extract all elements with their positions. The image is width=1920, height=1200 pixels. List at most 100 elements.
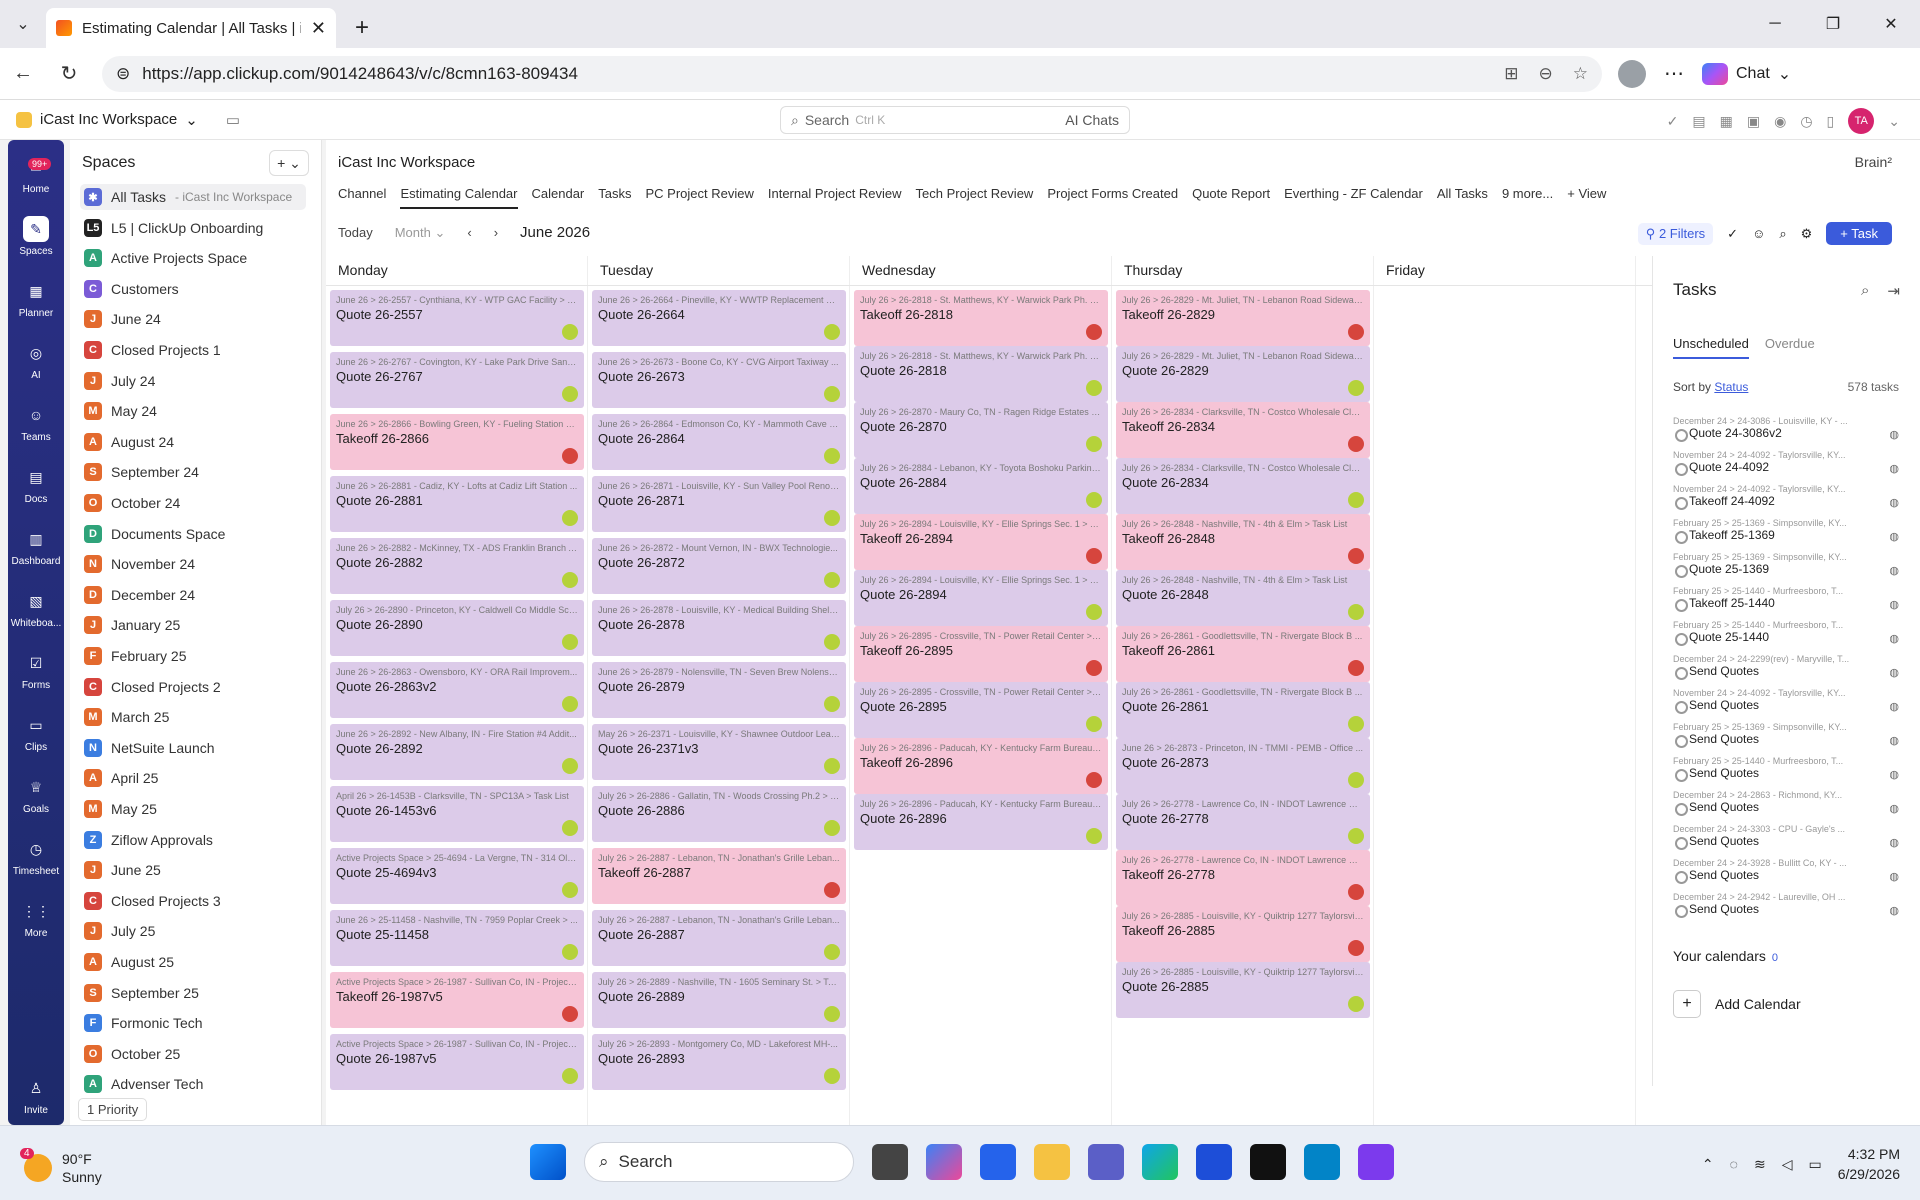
check-circle-icon[interactable]: ✓: [1727, 226, 1738, 242]
task-card[interactable]: July 26 > 26-2889 - Nashville, TN - 1605…: [592, 972, 846, 1028]
assignee-avatar[interactable]: [824, 944, 840, 960]
rail-more[interactable]: ⋮⋮ More: [8, 898, 64, 940]
sidebar-item-space[interactable]: N NetSuite Launch: [80, 735, 306, 761]
assignee-avatar[interactable]: [824, 696, 840, 712]
sidebar-item-space[interactable]: A August 24: [80, 429, 306, 455]
task-card[interactable]: June 26 > 26-2673 - Boone Co, KY - CVG A…: [592, 352, 846, 408]
sidebar-item-space[interactable]: A Active Projects Space: [80, 245, 306, 271]
browser-tab[interactable]: Estimating Calendar | All Tasks | iC ✕: [46, 8, 336, 48]
sidebar-item-space[interactable]: A August 25: [80, 949, 306, 975]
ai-chats-button[interactable]: AI Chats: [1065, 112, 1119, 128]
assignee-avatar[interactable]: [562, 448, 578, 464]
sidebar-item-space[interactable]: S September 25: [80, 980, 306, 1006]
tab-view[interactable]: + View: [1567, 186, 1606, 209]
tab-view[interactable]: Everthing - ZF Calendar: [1284, 186, 1423, 209]
task-card[interactable]: July 26 > 26-2885 - Louisville, KY - Qui…: [1116, 962, 1370, 1018]
sidebar-item-space[interactable]: D December 24: [80, 582, 306, 608]
search-icon[interactable]: ⌕: [1861, 282, 1869, 300]
rail-docs[interactable]: ▤ Docs: [8, 464, 64, 506]
assignee-icon[interactable]: ◍: [1889, 666, 1899, 679]
unscheduled-task[interactable]: December 24 > 24-2863 - Richmond, KY... …: [1673, 790, 1899, 824]
assignee-icon[interactable]: ◍: [1889, 700, 1899, 713]
assignee-avatar[interactable]: [1348, 436, 1364, 452]
apps-icon[interactable]: ⊞: [1504, 64, 1518, 84]
unscheduled-task[interactable]: February 25 > 25-1440 - Murfreesboro, T.…: [1673, 620, 1899, 654]
doc-icon[interactable]: ▯: [1827, 113, 1835, 130]
assignee-avatar[interactable]: [562, 820, 578, 836]
assignee-avatar[interactable]: [1348, 380, 1364, 396]
assignee-avatar[interactable]: [1086, 828, 1102, 844]
task-card[interactable]: July 26 > 26-2887 - Lebanon, TN - Jonath…: [592, 848, 846, 904]
assignee-avatar[interactable]: [562, 572, 578, 588]
rail-goals[interactable]: ♕ Goals: [8, 774, 64, 816]
browser-menu-icon[interactable]: ⋯: [1664, 61, 1684, 86]
app-icon-2[interactable]: [1358, 1144, 1394, 1180]
unscheduled-task[interactable]: February 25 > 25-1369 - Simpsonville, KY…: [1673, 722, 1899, 756]
teams-app-icon[interactable]: [1088, 1144, 1124, 1180]
task-card[interactable]: June 26 > 26-2864 - Edmonson Co, KY - Ma…: [592, 414, 846, 470]
tab-overdue[interactable]: Overdue: [1765, 336, 1815, 359]
task-card[interactable]: July 26 > 26-2848 - Nashville, TN - 4th …: [1116, 514, 1370, 570]
unscheduled-task[interactable]: November 24 > 24-4092 - Taylorsville, KY…: [1673, 450, 1899, 484]
sidebar-item-space[interactable]: N November 24: [80, 551, 306, 577]
assignee-avatar[interactable]: [1086, 660, 1102, 676]
unscheduled-task[interactable]: February 25 > 25-1440 - Murfreesboro, T.…: [1673, 756, 1899, 790]
assignee-avatar[interactable]: [562, 510, 578, 526]
task-card[interactable]: July 26 > 26-2834 - Clarksville, TN - Co…: [1116, 458, 1370, 514]
task-card[interactable]: July 26 > 26-2834 - Clarksville, TN - Co…: [1116, 402, 1370, 458]
task-card[interactable]: July 26 > 26-2886 - Gallatin, TN - Woods…: [592, 786, 846, 842]
task-card[interactable]: June 26 > 26-2863 - Owensboro, KY - ORA …: [330, 662, 584, 718]
task-card[interactable]: June 26 > 26-2879 - Nolensville, TN - Se…: [592, 662, 846, 718]
unscheduled-task[interactable]: February 25 > 25-1440 - Murfreesboro, T.…: [1673, 586, 1899, 620]
assignee-avatar[interactable]: [1086, 604, 1102, 620]
assignees-icon[interactable]: ☺: [1752, 226, 1765, 241]
task-card[interactable]: July 26 > 26-2818 - St. Matthews, KY - W…: [854, 290, 1108, 346]
rail-whiteboards[interactable]: ▧ Whiteboa...: [8, 588, 64, 630]
assignee-avatar[interactable]: [824, 448, 840, 464]
task-card[interactable]: July 26 > 26-2894 - Louisville, KY - Ell…: [854, 514, 1108, 570]
assignee-avatar[interactable]: [1348, 716, 1364, 732]
task-card[interactable]: June 26 > 26-2873 - Princeton, IN - TMMI…: [1116, 738, 1370, 794]
assignee-avatar[interactable]: [562, 696, 578, 712]
maximize-icon[interactable]: ❐: [1804, 0, 1862, 48]
assignee-avatar[interactable]: [562, 1006, 578, 1022]
add-space-button[interactable]: + ⌄: [269, 150, 309, 176]
close-tab-icon[interactable]: ✕: [311, 18, 326, 39]
task-card[interactable]: July 26 > 26-2848 - Nashville, TN - 4th …: [1116, 570, 1370, 626]
tab-view[interactable]: Channel: [338, 186, 386, 209]
assignee-icon[interactable]: ◍: [1889, 564, 1899, 577]
favorite-star-icon[interactable]: ☆: [1573, 64, 1588, 84]
assignee-icon[interactable]: ◍: [1889, 496, 1899, 509]
assignee-avatar[interactable]: [562, 882, 578, 898]
unscheduled-task[interactable]: November 24 > 24-4092 - Taylorsville, KY…: [1673, 688, 1899, 722]
task-card[interactable]: July 26 > 26-2885 - Louisville, KY - Qui…: [1116, 906, 1370, 962]
rail-teams[interactable]: ☺ Teams: [8, 402, 64, 443]
task-view-icon[interactable]: [872, 1144, 908, 1180]
tab-view[interactable]: PC Project Review: [646, 186, 754, 209]
assignee-icon[interactable]: ◍: [1889, 428, 1899, 441]
copilot-app-icon[interactable]: [926, 1144, 962, 1180]
task-card[interactable]: Active Projects Space > 26-1987 - Sulliv…: [330, 972, 584, 1028]
task-card[interactable]: June 26 > 26-2871 - Louisville, KY - Sun…: [592, 476, 846, 532]
mic-icon[interactable]: ◉: [1774, 113, 1786, 130]
sidebar-item-space[interactable]: D Documents Space: [80, 521, 306, 547]
sidebar-item-space[interactable]: Z Ziflow Approvals: [80, 827, 306, 853]
assignee-avatar[interactable]: [1086, 716, 1102, 732]
tab-view[interactable]: All Tasks: [1437, 186, 1488, 209]
assignee-avatar[interactable]: [824, 324, 840, 340]
search-icon[interactable]: ⌕: [1779, 226, 1786, 242]
collapse-panel-icon[interactable]: ⇥: [1887, 282, 1900, 300]
assignee-avatar[interactable]: [824, 758, 840, 774]
settings-icon[interactable]: ⚙: [1801, 226, 1813, 242]
sidebar-item-space[interactable]: O October 24: [80, 490, 306, 516]
assignee-avatar[interactable]: [1086, 772, 1102, 788]
next-icon[interactable]: ›: [494, 225, 498, 240]
copilot-chat-button[interactable]: Chat ⌄: [1702, 62, 1791, 85]
sidebar-item-space[interactable]: S September 24: [80, 459, 306, 485]
chevron-down-icon[interactable]: ⌄: [1888, 113, 1900, 130]
check-icon[interactable]: ✓: [1667, 113, 1679, 130]
video-icon[interactable]: ▣: [1747, 113, 1760, 130]
tab-view[interactable]: Quote Report: [1192, 186, 1270, 209]
battery-icon[interactable]: ▭: [1808, 1156, 1821, 1173]
assignee-avatar[interactable]: [562, 944, 578, 960]
